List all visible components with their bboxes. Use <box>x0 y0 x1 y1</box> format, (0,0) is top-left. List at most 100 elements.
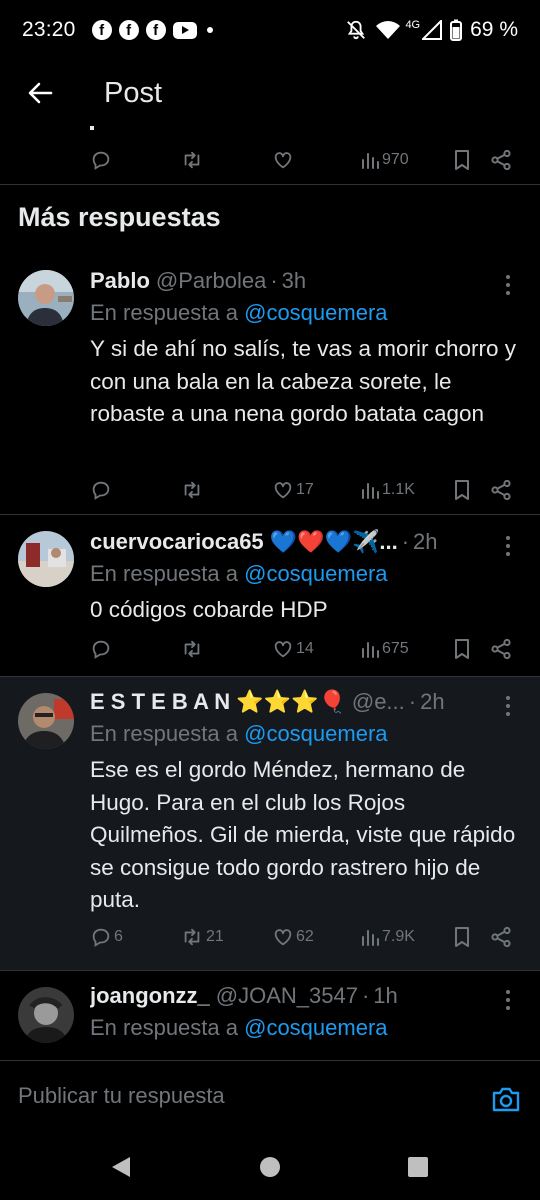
mention-link[interactable]: @cosquemera <box>244 300 387 325</box>
bookmark-button[interactable] <box>452 631 472 667</box>
more-options-button[interactable] <box>498 691 518 721</box>
like-button[interactable]: 62 <box>272 919 314 955</box>
more-options-button[interactable] <box>498 531 518 561</box>
facebook-icon: f <box>91 20 112 40</box>
nav-recents-button[interactable] <box>403 1152 433 1182</box>
bookmark-button[interactable] <box>452 919 472 955</box>
triangle-back-icon <box>112 1157 130 1177</box>
thread-content[interactable]: 970 Más respuestas Pablo @Parbolea · 3h <box>0 126 540 1060</box>
repost-button[interactable] <box>180 631 204 667</box>
reply-item[interactable]: E S T E B A N ⭐⭐⭐🎈 @e... · 2h En respues… <box>0 677 540 970</box>
share-icon <box>491 479 511 501</box>
views-count: 970 <box>382 151 409 168</box>
share-button[interactable] <box>490 472 512 508</box>
camera-button[interactable] <box>488 1081 524 1117</box>
signal-icon <box>422 20 443 40</box>
facebook-icon: f <box>118 20 139 40</box>
reply-icon <box>92 928 110 947</box>
reply-context: En respuesta a @cosquemera <box>90 561 388 587</box>
mention-link[interactable]: @cosquemera <box>244 561 387 586</box>
share-button[interactable] <box>490 919 512 955</box>
author-name[interactable]: joangonzz_ <box>90 983 210 1009</box>
author-handle[interactable]: @JOAN_3547 <box>216 983 358 1009</box>
heart-icon <box>274 482 292 499</box>
author-handle[interactable]: @e... <box>352 689 405 715</box>
bookmark-icon <box>455 480 469 500</box>
camera-icon <box>492 1087 520 1112</box>
reply-header: joangonzz_ @JOAN_3547 · 1h <box>90 983 490 1009</box>
reply-button[interactable] <box>90 631 112 667</box>
heart-icon <box>274 641 292 658</box>
nav-back-button[interactable] <box>106 1152 136 1182</box>
notification-dot-icon <box>206 27 213 33</box>
more-icon <box>506 275 510 279</box>
reply-button[interactable] <box>90 142 112 178</box>
repost-button[interactable] <box>180 142 204 178</box>
reply-button[interactable] <box>90 472 112 508</box>
back-button[interactable] <box>0 60 80 126</box>
avatar[interactable] <box>18 531 74 587</box>
reply-icon <box>92 151 110 170</box>
nav-home-button[interactable] <box>255 1152 285 1182</box>
reply-action-bar: 6 21 62 7.9K <box>0 919 540 955</box>
system-nav-bar <box>0 1134 540 1200</box>
repost-icon <box>184 481 200 499</box>
separator-dot: · <box>270 268 278 293</box>
post-time: 1h <box>373 983 398 1008</box>
repost-button[interactable]: 21 <box>180 919 224 955</box>
author-name[interactable]: cuervocarioca65 💙❤️💙✈️... <box>90 529 398 555</box>
share-icon <box>491 149 511 171</box>
like-button[interactable]: 17 <box>272 472 314 508</box>
bookmark-button[interactable] <box>452 472 472 508</box>
avatar[interactable] <box>18 987 74 1043</box>
share-icon <box>491 638 511 660</box>
share-button[interactable] <box>490 631 512 667</box>
battery-icon <box>450 19 463 41</box>
views-count: 7.9K <box>382 928 415 945</box>
repost-icon <box>184 640 200 658</box>
reply-button[interactable]: 6 <box>90 919 123 955</box>
avatar[interactable] <box>18 693 74 749</box>
author-name[interactable]: Pablo <box>90 268 150 294</box>
repost-count: 21 <box>206 928 224 945</box>
views-button[interactable]: 7.9K <box>360 919 415 955</box>
more-options-button[interactable] <box>498 985 518 1015</box>
like-count: 17 <box>296 481 314 498</box>
more-icon <box>506 696 510 700</box>
mention-link[interactable]: @cosquemera <box>244 1015 387 1040</box>
arrow-left-icon <box>28 82 53 104</box>
share-button[interactable] <box>490 142 512 178</box>
mention-link[interactable]: @cosquemera <box>244 721 387 746</box>
reply-to-label: En respuesta a <box>90 300 238 325</box>
like-button[interactable]: 14 <box>272 631 314 667</box>
author-name[interactable]: E S T E B A N ⭐⭐⭐🎈 <box>90 689 346 715</box>
status-bar: 23:20 f f f 4G 69 % <box>0 0 540 60</box>
heart-icon <box>274 929 292 946</box>
reply-header: cuervocarioca65 💙❤️💙✈️... · 2h <box>90 529 490 555</box>
views-button[interactable]: 1.1K <box>360 472 415 508</box>
post-time: 2h <box>413 529 438 554</box>
reply-icon <box>92 481 110 500</box>
more-options-button[interactable] <box>498 270 518 300</box>
wifi-icon <box>376 21 401 39</box>
bookmark-button[interactable] <box>452 142 472 178</box>
reply-item[interactable]: joangonzz_ @JOAN_3547 · 1h En respuesta … <box>0 971 540 1060</box>
views-button[interactable]: 970 <box>360 142 409 178</box>
like-button[interactable] <box>272 142 294 178</box>
author-handle[interactable]: @Parbolea <box>156 268 266 294</box>
status-time: 23:20 <box>22 18 76 41</box>
reply-item[interactable]: Pablo @Parbolea · 3h En respuesta a @cos… <box>0 256 540 516</box>
repost-button[interactable] <box>180 472 204 508</box>
reply-composer[interactable]: Publicar tu respuesta <box>0 1060 540 1134</box>
views-button[interactable]: 675 <box>360 631 409 667</box>
reply-input[interactable]: Publicar tu respuesta <box>18 1083 225 1109</box>
facebook-icon: f <box>145 20 166 40</box>
repost-icon <box>184 151 200 169</box>
views-icon <box>362 930 379 946</box>
reply-item[interactable]: cuervocarioca65 💙❤️💙✈️... · 2h En respue… <box>0 515 540 677</box>
reply-to-label: En respuesta a <box>90 1015 238 1040</box>
avatar[interactable] <box>18 270 74 326</box>
reply-to-label: En respuesta a <box>90 561 238 586</box>
reply-to-label: En respuesta a <box>90 721 238 746</box>
page-header: Post <box>0 60 540 126</box>
